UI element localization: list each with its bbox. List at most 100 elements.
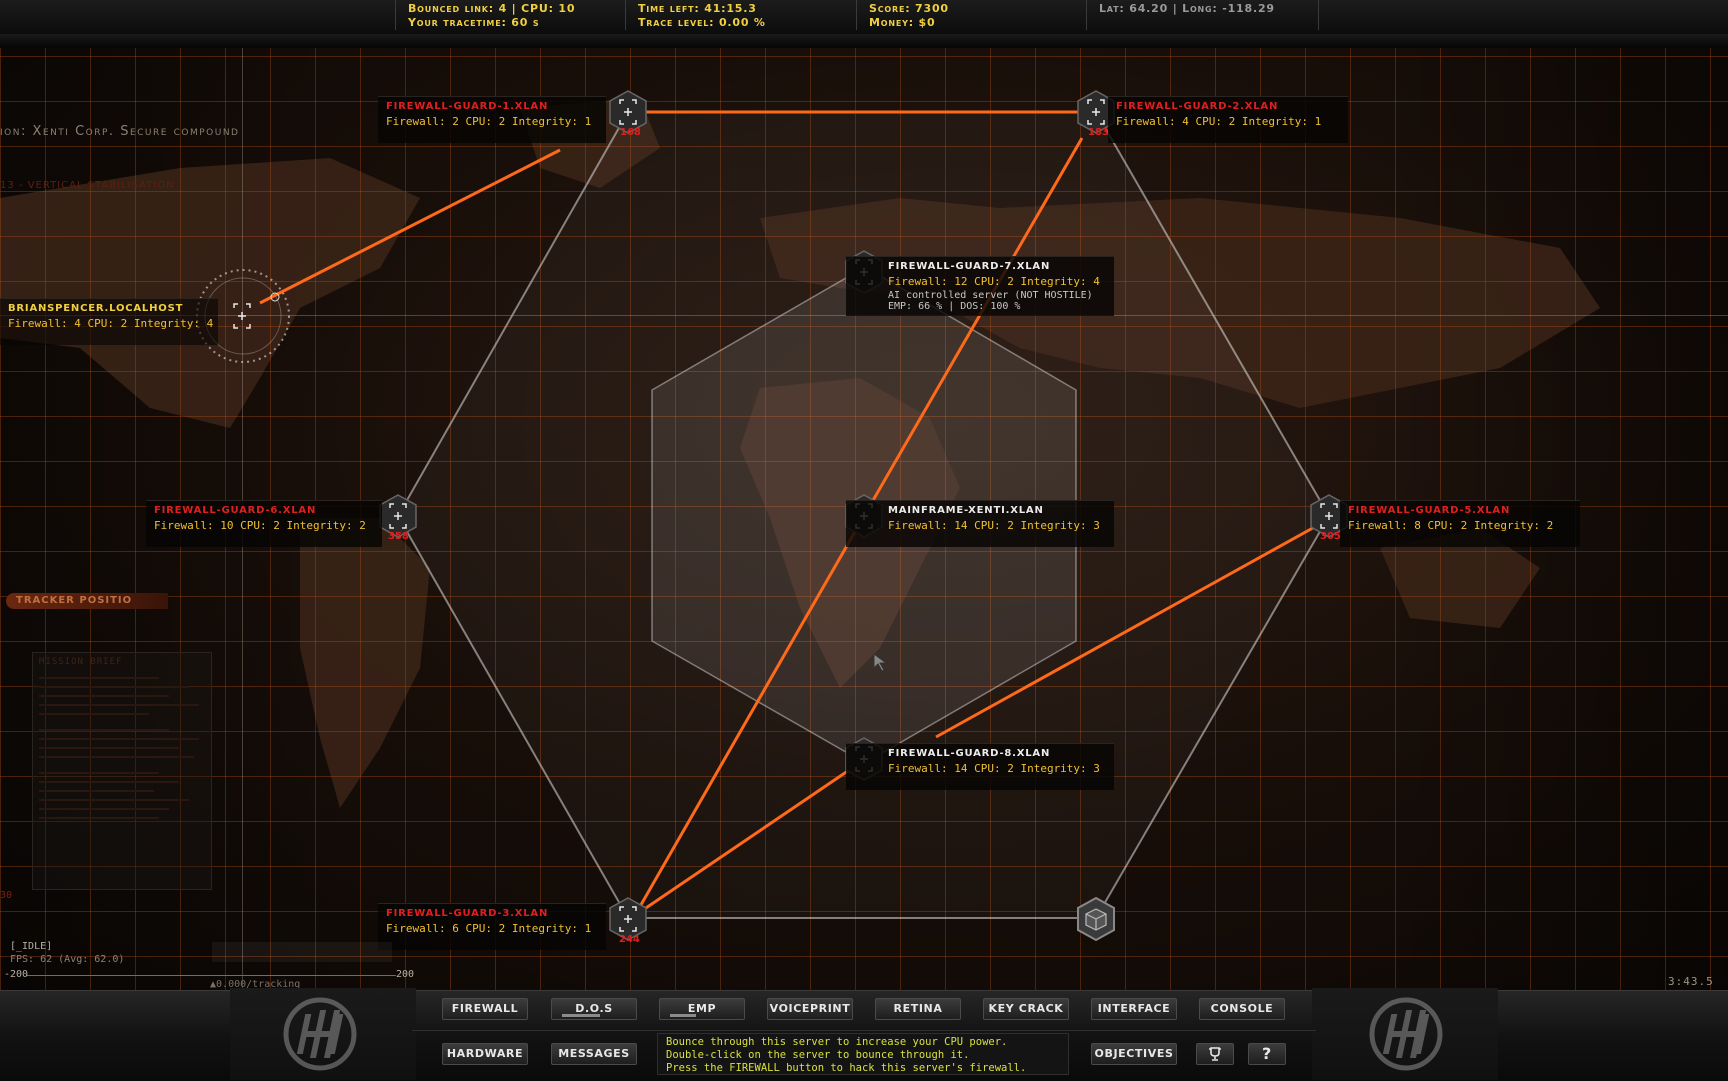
fg8-node-card[interactable]: firewall-guard-8.xlan Firewall: 14 CPU: …: [846, 743, 1114, 790]
node-name: firewall-guard-3.xlan: [386, 908, 598, 919]
top-status-bar: Bounced link: 4 | CPU: 10 Your tracetime…: [0, 0, 1728, 35]
fg6-trace-number: 358: [388, 531, 409, 542]
emp-button[interactable]: EMP: [659, 998, 745, 1020]
location-title: ion: Xenti Corp. Secure compound: [0, 124, 239, 139]
fg5-node-card[interactable]: firewall-guard-5.xlan Firewall: 8 CPU: 2…: [1340, 500, 1580, 547]
fg6-node-card[interactable]: firewall-guard-6.xlan Firewall: 10 CPU: …: [146, 500, 382, 547]
node-stats: Firewall: 4 CPU: 2 Integrity: 1: [1116, 115, 1340, 128]
hardware-button[interactable]: HARDWARE: [442, 1043, 528, 1065]
cube-node-icon[interactable]: [1076, 897, 1116, 941]
divider: [1086, 0, 1087, 30]
node-stats: Firewall: 12 CPU: 2 Integrity: 4: [888, 275, 1106, 288]
toolbar-divider: [412, 1030, 1316, 1031]
fg1-node-card[interactable]: firewall-guard-1.xlan Firewall: 2 CPU: 2…: [378, 96, 606, 143]
mission-brief-title: MISSION BRIEF: [39, 657, 122, 667]
local-node-icon[interactable]: [222, 294, 262, 338]
tracetime-stat: Your tracetime: 60 s: [408, 16, 539, 29]
fg3-trace-number: 244: [619, 934, 640, 945]
node-name: firewall-guard-6.xlan: [154, 505, 374, 516]
idle-status: [_IDLE]: [10, 941, 52, 952]
node-name: firewall-guard-7.xlan: [888, 261, 1106, 272]
money-stat: Money: $0: [869, 16, 935, 29]
voiceprint-button[interactable]: VOICEPRINT: [767, 998, 853, 1020]
console-button[interactable]: CONSOLE: [1199, 998, 1285, 1020]
hint-line: Press the FIREWALL button to hack this s…: [666, 1062, 1060, 1075]
brief-line: [39, 695, 169, 697]
brief-line: [39, 808, 169, 810]
top-band: [0, 34, 1728, 48]
tracking-range-line: [26, 975, 396, 976]
node-stats: Firewall: 2 CPU: 2 Integrity: 1: [386, 115, 598, 128]
dos-cooldown-bar: [562, 1014, 600, 1017]
range-max: 200: [396, 969, 414, 980]
hint-line: Bounce through this server to increase y…: [666, 1036, 1060, 1049]
fg7-node-card[interactable]: firewall-guard-7.xlan Firewall: 12 CPU: …: [846, 256, 1114, 316]
node-stats: Firewall: 14 CPU: 2 Integrity: 3: [888, 762, 1106, 775]
fg2-trace-number: 183: [1088, 127, 1109, 138]
node-stats: Firewall: 8 CPU: 2 Integrity: 2: [1348, 519, 1572, 532]
achievements-button[interactable]: [1196, 1043, 1234, 1065]
firewall-button[interactable]: FIREWALL: [442, 998, 528, 1020]
help-button[interactable]: ?: [1248, 1043, 1286, 1065]
brief-line: [39, 781, 179, 783]
brief-line: [39, 738, 199, 740]
hint-message-box: Bounce through this server to increase y…: [657, 1033, 1069, 1075]
hacker-logo-icon: [278, 992, 362, 1076]
tracker-position-label: TRACKER POSITIO: [6, 593, 168, 609]
trace-level-stat: Trace level: 0.00 %: [638, 16, 766, 29]
brief-line: [39, 799, 189, 801]
mouse-cursor-icon: [873, 653, 889, 673]
fps-graph: [212, 942, 392, 962]
brief-line: [39, 756, 194, 758]
brief-line: [39, 729, 169, 731]
fg5-trace-number: 305: [1320, 531, 1341, 542]
fps-readout: FPS: 62 (Avg: 62.0): [10, 954, 124, 965]
hint-line: Double-click on the server to bounce thr…: [666, 1049, 1060, 1062]
hacker-logo-icon: [1364, 992, 1448, 1076]
mission-brief-panel: MISSION BRIEF: [32, 652, 212, 890]
trophy-icon: [1207, 1046, 1223, 1062]
local-node-card[interactable]: brianspencer.localhost Firewall: 4 CPU: …: [0, 298, 218, 345]
mainframe-node-card[interactable]: mainframe-xenti.xlan Firewall: 14 CPU: 2…: [846, 500, 1114, 547]
time-left-stat: Time left: 41:15.3: [638, 2, 757, 15]
brief-line: [39, 772, 159, 774]
brief-line: [39, 790, 154, 792]
score-stat: Score: 7300: [869, 2, 949, 15]
brief-line: [39, 686, 189, 688]
fg1-trace-number: 168: [620, 127, 641, 138]
dos-button[interactable]: D.O.S: [551, 998, 637, 1020]
brief-line: [39, 704, 199, 706]
fg3-node-card[interactable]: firewall-guard-3.xlan Firewall: 6 CPU: 2…: [378, 903, 606, 950]
lat-long-readout: Lat: 64.20 | Long: -118.29: [1099, 2, 1275, 15]
divider: [856, 0, 857, 30]
node-stats: Firewall: 10 CPU: 2 Integrity: 2: [154, 519, 374, 532]
node-name: firewall-guard-5.xlan: [1348, 505, 1572, 516]
range-min: -200: [4, 969, 28, 980]
divider: [395, 0, 396, 30]
brief-line: [39, 713, 149, 715]
game-clock: 3:43.5: [1668, 975, 1714, 988]
fg2-node-card[interactable]: firewall-guard-2.xlan Firewall: 4 CPU: 2…: [1108, 96, 1348, 143]
node-emp-dos: EMP: 66 % | DOS: 100 %: [888, 301, 1106, 312]
node-stats: Firewall: 4 CPU: 2 Integrity: 4: [8, 317, 210, 330]
node-name: firewall-guard-8.xlan: [888, 748, 1106, 759]
node-name: brianspencer.localhost: [8, 303, 210, 314]
node-name: firewall-guard-2.xlan: [1116, 101, 1340, 112]
bounced-link-stat: Bounced link: 4 | CPU: 10: [408, 2, 575, 15]
objectives-button[interactable]: OBJECTIVES: [1091, 1043, 1177, 1065]
emp-cooldown-bar: [670, 1014, 696, 1017]
messages-button[interactable]: MESSAGES: [551, 1043, 637, 1065]
side-number: 30: [0, 890, 12, 901]
divider: [625, 0, 626, 30]
interface-button[interactable]: INTERFACE: [1091, 998, 1177, 1020]
retina-button[interactable]: RETINA: [875, 998, 961, 1020]
brief-line: [39, 677, 159, 679]
node-stats: Firewall: 6 CPU: 2 Integrity: 1: [386, 922, 598, 935]
node-name: firewall-guard-1.xlan: [386, 101, 598, 112]
brief-line: [39, 747, 179, 749]
divider: [1318, 0, 1319, 30]
brief-line: [39, 817, 159, 819]
key-crack-button[interactable]: KEY CRACK: [983, 998, 1069, 1020]
node-ai-status: AI controlled server (NOT HOSTILE): [888, 290, 1106, 301]
location-subtitle: 13 - VERTICAL STABILISATION: [0, 180, 175, 191]
